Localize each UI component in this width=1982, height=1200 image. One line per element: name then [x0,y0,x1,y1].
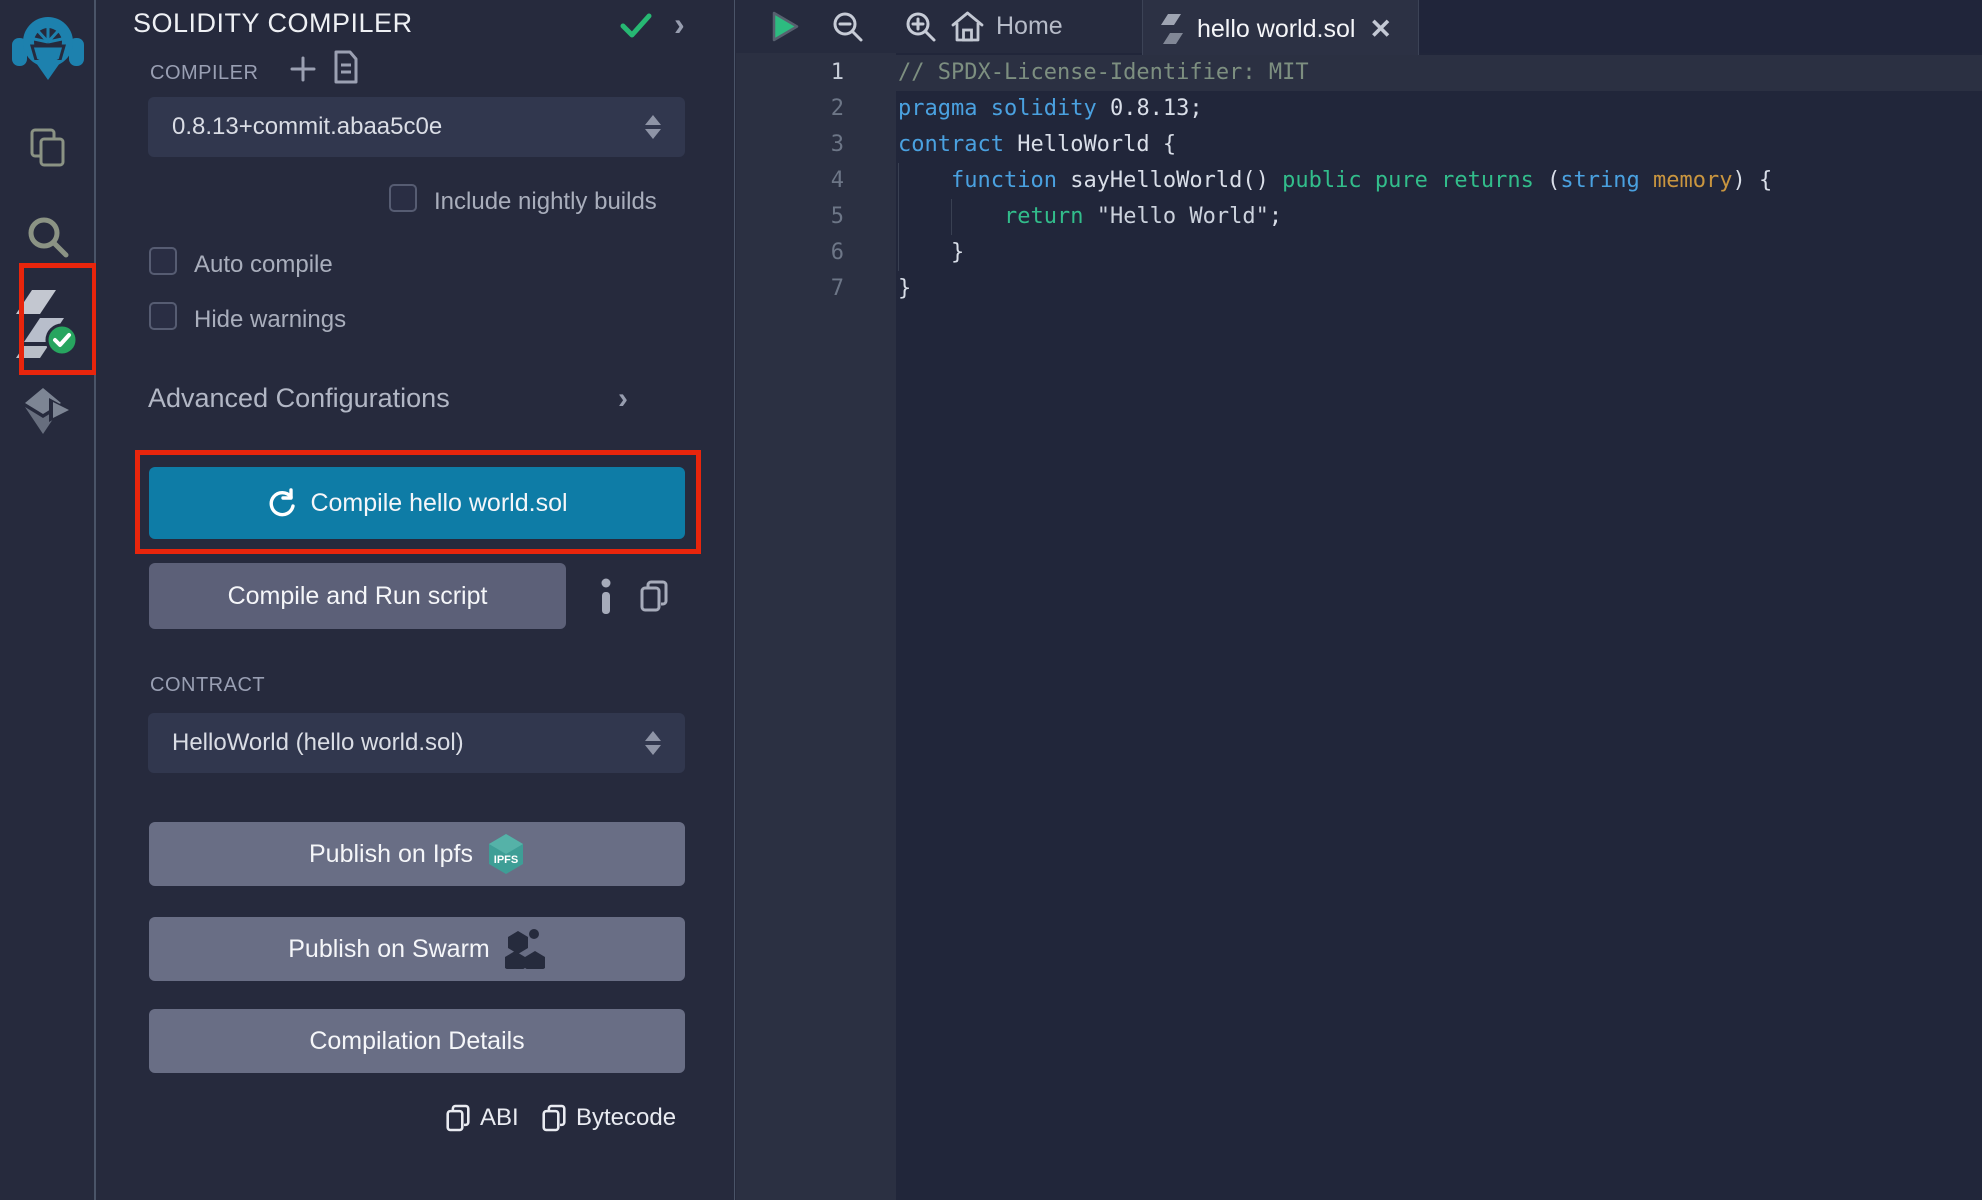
tab-bar-empty-region [1419,0,1982,53]
copy-abi-button[interactable]: ABI [446,1104,519,1132]
abi-label: ABI [480,1104,519,1132]
svg-text:IPFS: IPFS [494,854,518,866]
compiler-config-file-icon[interactable] [332,50,360,84]
file-explorer-icon[interactable] [0,126,96,170]
compiler-section-label: COMPILER [150,62,258,85]
line-number: 3 [831,127,844,163]
publish-ipfs-label: Publish on Ipfs [309,840,473,869]
home-tab-label: Home [996,12,1063,41]
copy-bytecode-button[interactable]: Bytecode [542,1104,676,1132]
hide-warnings-checkbox[interactable] [149,302,177,330]
editor-tab-bar: Home hello world.sol ✕ [736,0,1982,53]
select-arrows-icon [645,731,661,755]
contract-section-label: CONTRACT [150,674,265,697]
close-tab-icon[interactable]: ✕ [1369,16,1392,43]
line-number: 7 [831,271,844,307]
remix-ide-window: SOLIDITY COMPILER › COMPILER 0.8.13+comm… [0,0,1982,1200]
select-arrows-icon [645,115,661,139]
swarm-icon [504,929,546,969]
zoom-out-icon[interactable] [832,0,864,53]
panel-collapse-chevron[interactable]: › [674,8,685,40]
deploy-run-icon[interactable] [0,388,96,434]
add-compiler-icon[interactable] [288,54,318,84]
contract-select[interactable]: HelloWorld (hello world.sol) [148,713,685,773]
line-number: 5 [831,199,844,235]
publish-swarm-label: Publish on Swarm [288,935,489,964]
copy-icon [542,1104,566,1132]
line-number: 2 [831,91,844,127]
publish-swarm-button[interactable]: Publish on Swarm [149,917,685,981]
run-script-button[interactable] [772,0,799,53]
advanced-configurations-chevron[interactable]: › [618,384,628,414]
compile-button[interactable]: Compile hello world.sol [149,467,685,539]
compile-and-run-button[interactable]: Compile and Run script [149,563,566,629]
bytecode-label: Bytecode [576,1104,676,1132]
solidity-file-icon [1161,14,1183,44]
editor-gutter: 1234567 [736,53,896,1200]
tab-hello-world-sol[interactable]: hello world.sol ✕ [1142,0,1419,58]
compiler-version-select[interactable]: 0.8.13+commit.abaa5c0e [148,97,685,157]
tab-home[interactable]: Home [951,0,1063,53]
auto-compile-label: Auto compile [194,251,333,279]
compile-success-check-icon [620,12,652,40]
compile-and-run-label: Compile and Run script [228,582,488,611]
code-line: contract HelloWorld { [898,127,1176,163]
code-line: // SPDX-License-Identifier: MIT [898,55,1309,91]
code-line: } [898,235,964,271]
code-line: pragma solidity 0.8.13; [898,91,1203,127]
compiler-version-value: 0.8.13+commit.abaa5c0e [172,113,645,141]
solidity-compiler-icon[interactable] [0,288,96,360]
refresh-icon [266,488,296,518]
line-number: 4 [831,163,844,199]
editor-area: Home hello world.sol ✕ 1234567 // SPDX-L… [736,0,1982,1200]
copy-script-icon[interactable] [640,580,668,612]
hide-warnings-label: Hide warnings [194,306,346,334]
home-icon [951,11,984,42]
contract-selected-value: HelloWorld (hello world.sol) [172,729,645,757]
ipfs-icon: IPFS [487,833,525,875]
compilation-details-button[interactable]: Compilation Details [149,1009,685,1073]
info-icon[interactable] [600,578,612,614]
compilation-details-label: Compilation Details [309,1027,524,1056]
copy-icon [446,1104,470,1132]
zoom-in-icon[interactable] [905,0,937,53]
activity-bar [0,0,96,1200]
auto-compile-checkbox[interactable] [149,247,177,275]
code-content: // SPDX-License-Identifier: MITpragma so… [896,53,1982,1200]
search-icon[interactable] [0,214,96,260]
include-nightly-label: Include nightly builds [434,188,657,216]
line-number: 1 [831,55,844,91]
solidity-compiler-panel: SOLIDITY COMPILER › COMPILER 0.8.13+comm… [96,0,735,1200]
code-line: } [898,271,911,307]
line-number: 6 [831,235,844,271]
code-line: return "Hello World"; [898,199,1282,235]
code-editor[interactable]: 1234567 // SPDX-License-Identifier: MITp… [736,53,1982,1200]
publish-ipfs-button[interactable]: Publish on Ipfs IPFS [149,822,685,886]
include-nightly-checkbox[interactable] [389,184,417,212]
advanced-configurations-toggle[interactable]: Advanced Configurations [148,383,450,414]
active-tab-label: hello world.sol [1197,15,1355,44]
code-line: function sayHelloWorld() public pure ret… [898,163,1772,199]
compile-button-label: Compile hello world.sol [310,489,567,518]
remix-logo-icon[interactable] [0,8,96,84]
panel-title: SOLIDITY COMPILER [133,8,413,39]
advanced-configurations-label: Advanced Configurations [148,383,450,413]
